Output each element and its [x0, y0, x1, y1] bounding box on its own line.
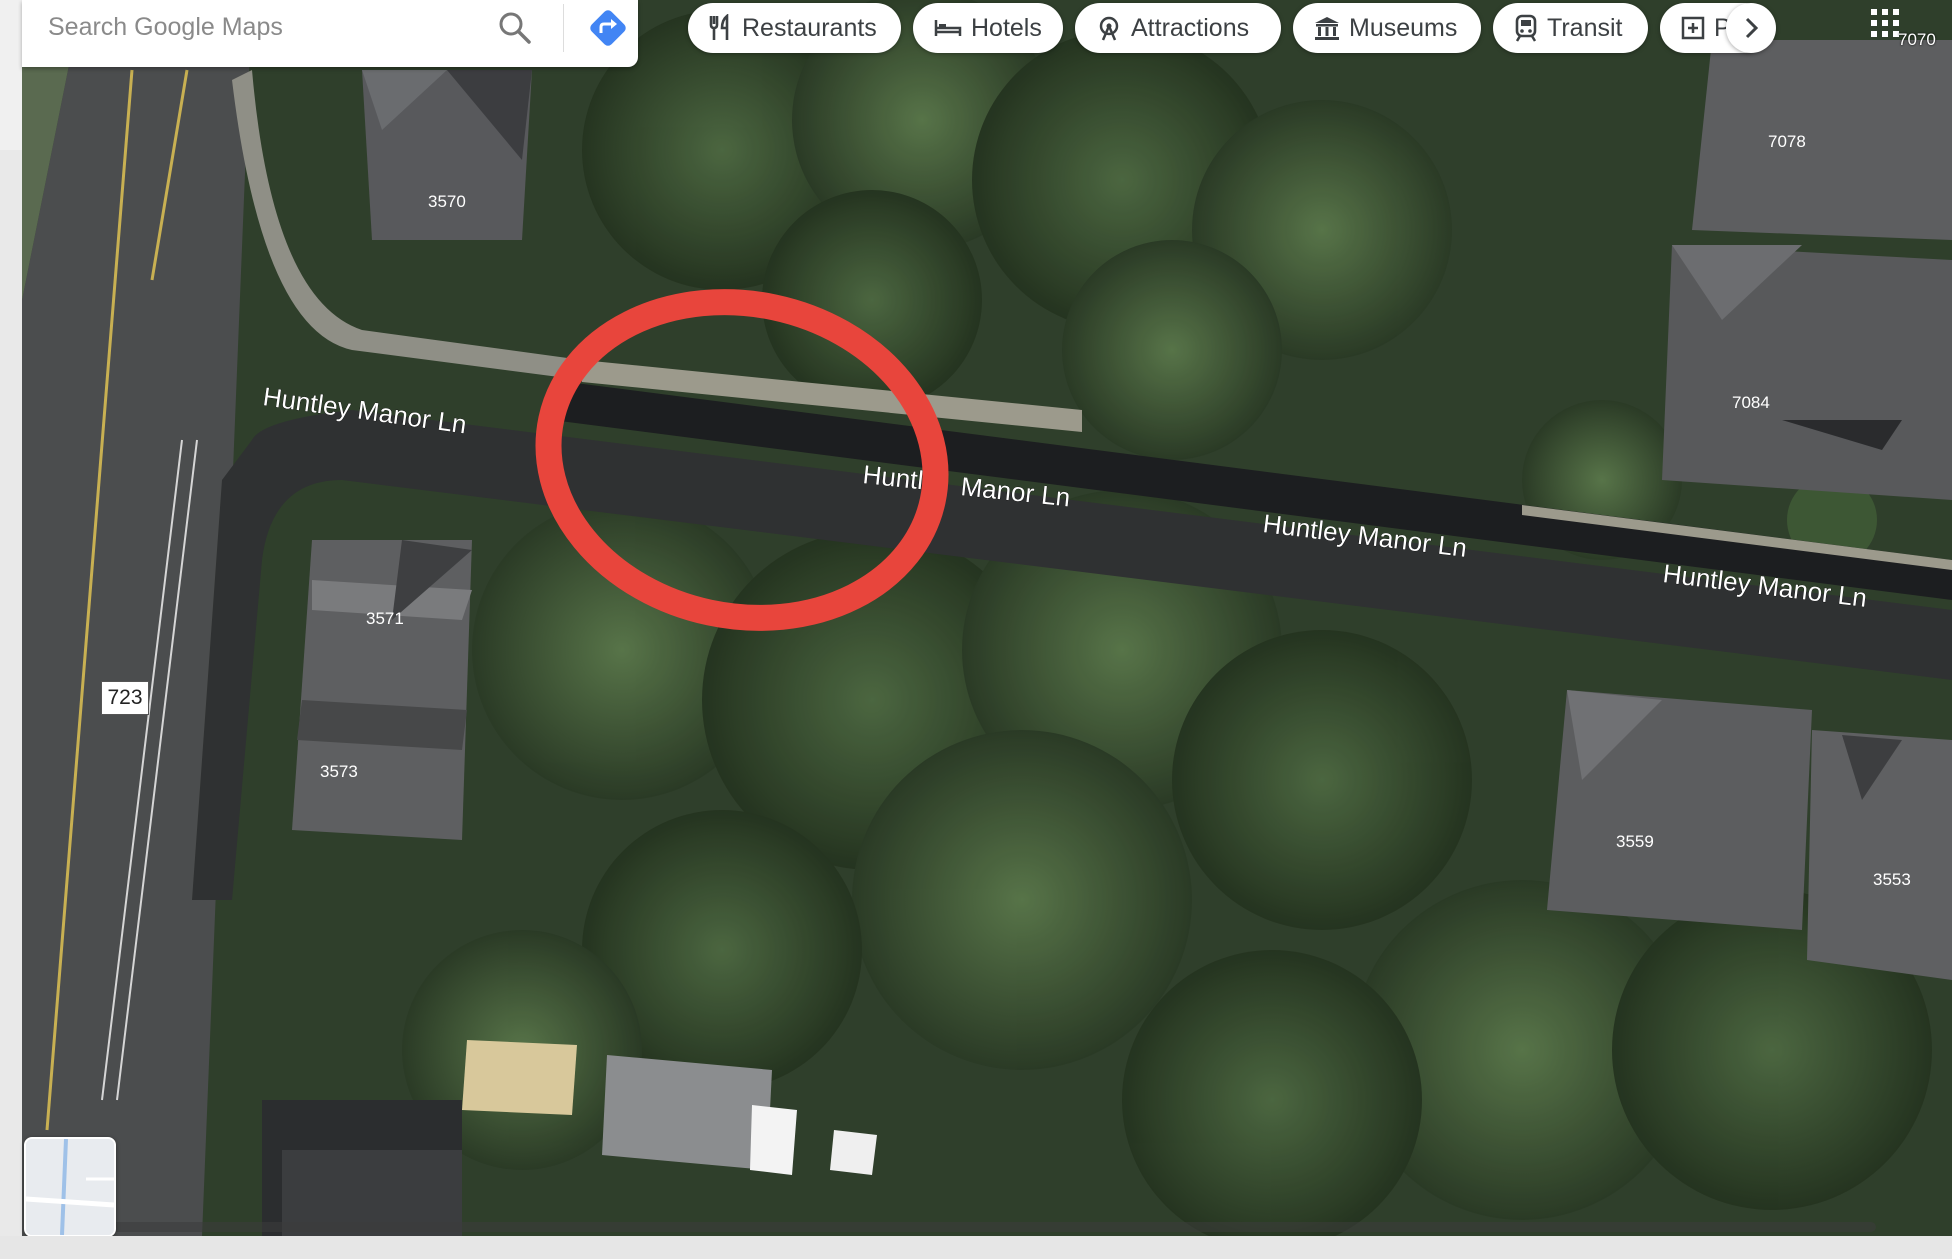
chip-label: Museums [1349, 13, 1458, 42]
house-number: 3553 [1873, 870, 1911, 889]
road-label: Huntl [861, 459, 925, 495]
chip-transit[interactable]: Transit [1493, 3, 1648, 53]
fork-knife-icon [709, 14, 729, 40]
browser-left-edge [0, 0, 22, 150]
house-number: 3559 [1616, 832, 1654, 851]
building-7078-7084 [1662, 40, 1952, 500]
route-723-badge: 723 [101, 681, 149, 715]
chip-label: Transit [1547, 13, 1623, 42]
map-canvas[interactable]: Huntley Manor Ln Huntl Manor Ln Huntley … [22, 0, 1952, 1236]
search-button[interactable] [495, 8, 541, 48]
directions-button[interactable] [586, 6, 640, 50]
chevron-right-icon [1745, 17, 1759, 39]
chip-label: Restaurants [742, 13, 877, 42]
building-3571-3573 [292, 540, 472, 840]
chip-restaurants[interactable]: Restaurants [688, 3, 901, 53]
house-number: 7070 [1898, 30, 1936, 49]
map-layer-thumbnail-icon [26, 1139, 114, 1235]
bed-icon [934, 20, 962, 36]
satellite-map[interactable]: Huntley Manor Ln Huntl Manor Ln Huntley … [22, 0, 1952, 1236]
directions-icon [590, 10, 626, 46]
divider [563, 4, 564, 52]
pharmacy-icon [1681, 16, 1705, 40]
chip-attractions[interactable]: Attractions [1075, 3, 1281, 53]
chips-next-button[interactable] [1726, 3, 1776, 53]
building-3570 [362, 70, 532, 240]
search-icon [499, 12, 531, 44]
search-input[interactable] [46, 0, 480, 54]
chip-label: Hotels [971, 13, 1042, 42]
house-number: 3573 [320, 762, 358, 781]
house-number: 7084 [1732, 393, 1770, 412]
search-box [22, 0, 638, 67]
chip-hotels[interactable]: Hotels [913, 3, 1063, 53]
apps-button[interactable] [1870, 8, 1900, 38]
layers-toggle[interactable] [24, 1137, 116, 1237]
house-number: 3570 [428, 192, 466, 211]
chip-label: Attractions [1131, 13, 1250, 42]
house-number: 3571 [366, 609, 404, 628]
window-bottom-bar [0, 1236, 1952, 1259]
museum-icon [1315, 17, 1339, 40]
ferris-wheel-icon [1099, 16, 1119, 41]
horizontal-scrollbar[interactable] [100, 1222, 1876, 1232]
house-number: 7078 [1768, 132, 1806, 151]
apps-grid-icon [1871, 9, 1899, 37]
chip-museums[interactable]: Museums [1293, 3, 1481, 53]
train-icon [1515, 14, 1537, 42]
